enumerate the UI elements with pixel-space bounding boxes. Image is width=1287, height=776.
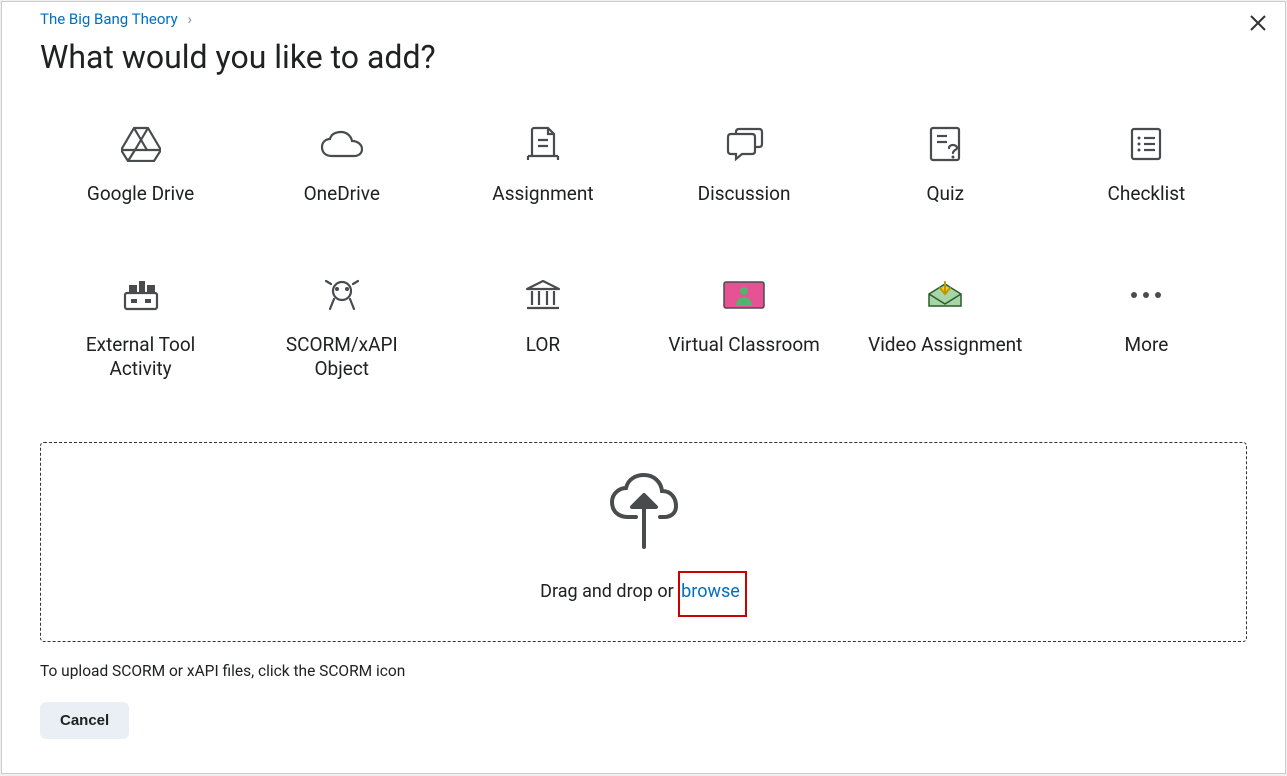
option-label: More: [1125, 333, 1169, 358]
scorm-icon: [324, 277, 360, 313]
option-label: Discussion: [698, 182, 791, 207]
dialog-footer: Cancel: [2, 680, 1285, 761]
option-quiz[interactable]: Quiz: [845, 126, 1046, 207]
option-checklist[interactable]: Checklist: [1046, 126, 1247, 207]
option-more[interactable]: More: [1046, 277, 1247, 382]
option-scorm[interactable]: SCORM/xAPI Object: [241, 277, 442, 382]
page-title: What would you like to add?: [2, 28, 1285, 76]
breadcrumb-link[interactable]: The Big Bang Theory: [40, 10, 178, 28]
option-label: External Tool Activity: [61, 333, 221, 382]
scorm-hint: To upload SCORM or xAPI files, click the…: [2, 658, 1285, 680]
google-drive-icon: [121, 126, 161, 162]
close-icon: [1249, 13, 1267, 38]
browse-link[interactable]: browse: [678, 571, 747, 617]
option-google-drive[interactable]: Google Drive: [40, 126, 241, 207]
cancel-button[interactable]: Cancel: [40, 702, 129, 739]
add-content-dialog: The Big Bang Theory › What would you lik…: [1, 1, 1286, 774]
option-assignment[interactable]: Assignment: [442, 126, 643, 207]
options-grid: Google Drive OneDrive Assignment Discuss…: [2, 76, 1285, 412]
option-discussion[interactable]: Discussion: [644, 126, 845, 207]
option-label: Checklist: [1108, 182, 1186, 207]
checklist-icon: [1130, 126, 1162, 162]
discussion-icon: [724, 126, 764, 162]
assignment-icon: [526, 126, 560, 162]
upload-cloud-icon: [604, 471, 684, 555]
option-onedrive[interactable]: OneDrive: [241, 126, 442, 207]
option-video-assignment[interactable]: Video Assignment: [845, 277, 1046, 382]
option-label: Assignment: [492, 182, 593, 207]
external-tool-icon: [121, 277, 161, 313]
option-label: OneDrive: [304, 182, 380, 207]
close-button[interactable]: [1245, 10, 1271, 41]
option-label: Quiz: [926, 182, 964, 207]
video-assignment-icon: [925, 277, 965, 313]
option-label: Video Assignment: [868, 333, 1022, 358]
quiz-icon: [929, 126, 961, 162]
chevron-right-icon: ›: [187, 10, 192, 28]
onedrive-icon: [320, 126, 364, 162]
lor-icon: [525, 277, 561, 313]
option-lor[interactable]: LOR: [442, 277, 643, 382]
option-external-tool[interactable]: External Tool Activity: [40, 277, 241, 382]
option-label: SCORM/xAPI Object: [262, 333, 422, 382]
more-icon: [1128, 277, 1164, 313]
breadcrumb: The Big Bang Theory ›: [2, 2, 1285, 28]
virtual-classroom-icon: [722, 277, 766, 313]
option-label: Virtual Classroom: [668, 333, 820, 358]
option-label: LOR: [526, 333, 560, 358]
option-virtual-classroom[interactable]: Virtual Classroom: [644, 277, 845, 382]
file-dropzone[interactable]: Drag and drop or browse: [40, 442, 1247, 642]
dropzone-prefix: Drag and drop or: [540, 581, 678, 602]
dropzone-text: Drag and drop or browse: [540, 571, 747, 617]
option-label: Google Drive: [87, 182, 194, 207]
